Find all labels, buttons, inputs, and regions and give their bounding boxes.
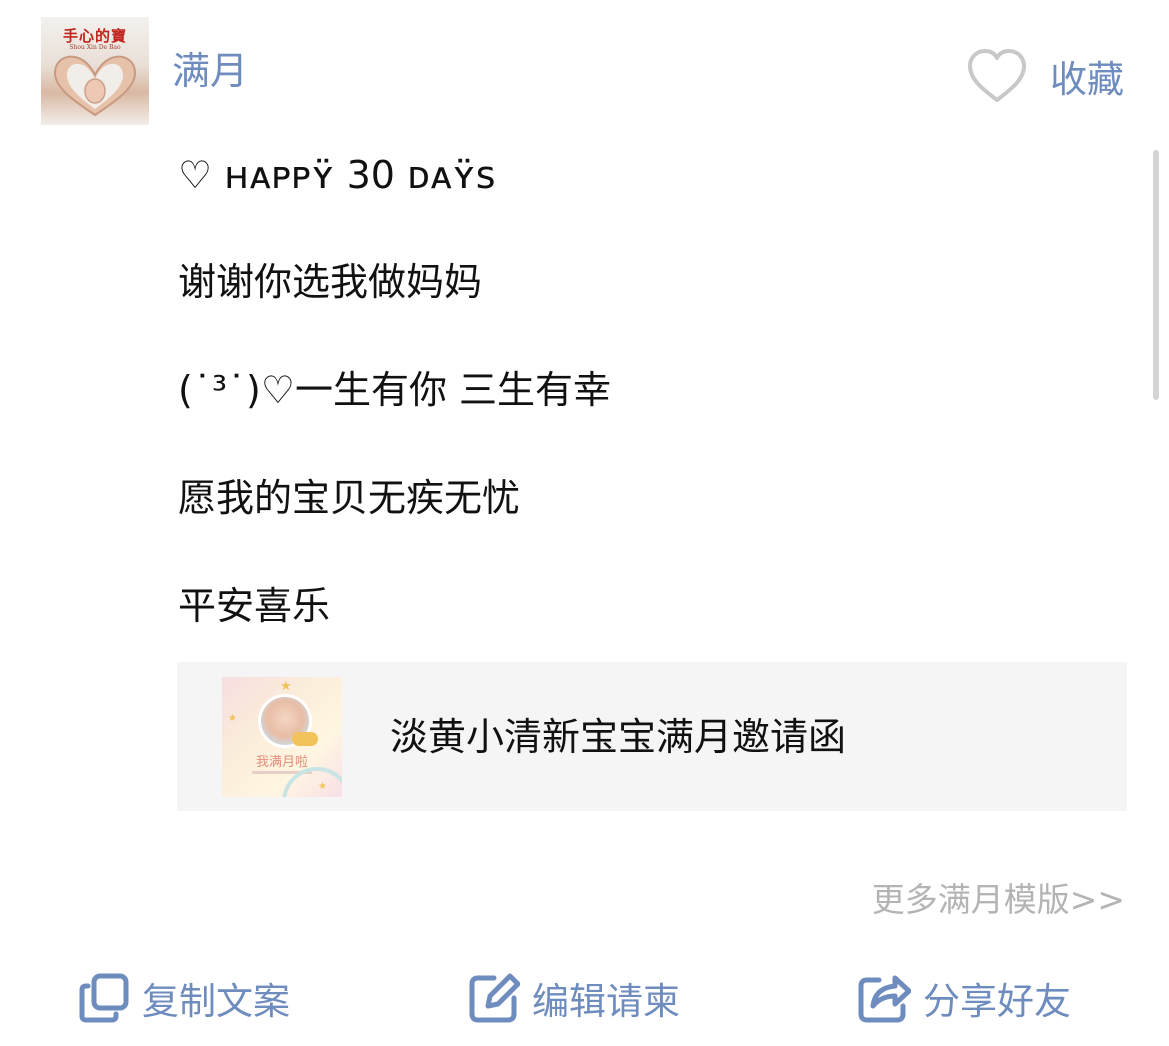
- more-templates-link[interactable]: 更多满月模版>>: [872, 873, 1125, 921]
- account-avatar[interactable]: 手心的寶 Shou Xin De Bao: [41, 17, 149, 125]
- template-thumbnail: ★ ★ ★ 我满月啦: [222, 677, 342, 797]
- share-friends-button[interactable]: 分享好友: [857, 968, 1071, 1028]
- content-line-happy-30-days: ♡ ʜᴀᴘᴘʏ̈ 30 ᴅᴀʏ̈ѕ: [178, 153, 496, 197]
- favorite-label: 收藏: [1050, 58, 1124, 101]
- edit-icon: [469, 973, 520, 1023]
- copy-text-button[interactable]: 复制文案: [78, 968, 290, 1028]
- favorite-button[interactable]: 收藏: [966, 44, 1124, 108]
- share-friends-label: 分享好友: [923, 980, 1071, 1023]
- template-title: 淡黄小清新宝宝满月邀请函: [390, 715, 847, 759]
- copy-icon: [79, 973, 129, 1023]
- star-icon: ★: [280, 679, 292, 694]
- thumb-badge: [292, 732, 318, 746]
- content-line-thanks: 谢谢你选我做妈妈: [178, 260, 483, 304]
- heart-hands-image: [53, 55, 137, 117]
- copy-text-label: 复制文案: [142, 980, 290, 1023]
- edit-invitation-label: 编辑请柬: [532, 980, 680, 1023]
- content-line-wish: 愿我的宝贝无疾无忧: [178, 476, 521, 520]
- share-icon: [858, 975, 911, 1023]
- page-title: 满月: [172, 49, 249, 93]
- edit-invitation-button[interactable]: 编辑请柬: [468, 968, 680, 1028]
- content-line-peace: 平安喜乐: [178, 584, 331, 628]
- content-line-lucky: (˙³˙)♡一生有你 三生有幸: [178, 368, 612, 412]
- template-card[interactable]: ★ ★ ★ 我满月啦 淡黄小清新宝宝满月邀请函: [177, 662, 1127, 811]
- star-icon: ★: [228, 713, 237, 724]
- scrollbar[interactable]: [1153, 150, 1159, 400]
- heart-outline-icon: [968, 49, 1026, 102]
